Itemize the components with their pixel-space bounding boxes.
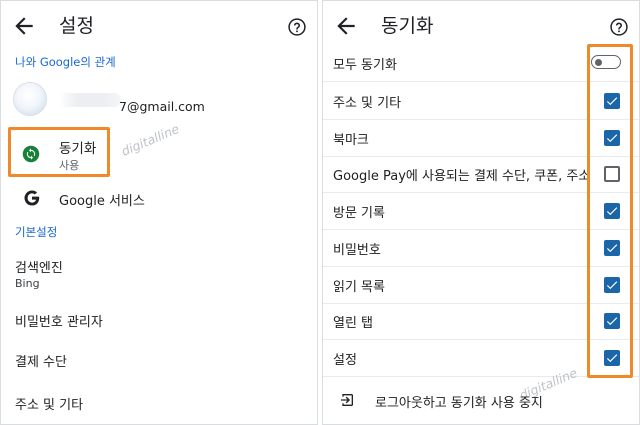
checkmark-icon bbox=[606, 133, 618, 142]
sync-item-checkbox[interactable] bbox=[604, 313, 620, 330]
sync-item-checkbox[interactable] bbox=[604, 166, 620, 183]
divider bbox=[323, 229, 639, 231]
divider bbox=[323, 119, 639, 120]
sync-item-checkbox[interactable] bbox=[604, 129, 620, 146]
sync-label: 동기화 bbox=[59, 141, 97, 157]
page-title: 동기화 bbox=[381, 15, 434, 37]
checkmark-icon bbox=[606, 207, 618, 216]
divider bbox=[323, 265, 639, 267]
checkmark-icon bbox=[606, 317, 618, 326]
password-manager-item[interactable]: 비밀번호 관리자 bbox=[15, 311, 103, 330]
checkmark-icon bbox=[606, 354, 618, 362]
sync-status: 사용 bbox=[59, 159, 80, 172]
sync-icon bbox=[22, 145, 40, 163]
search-engine-value: Bing bbox=[15, 277, 40, 290]
account-email: 7@gmail.com bbox=[119, 99, 205, 114]
sync-item-checkbox[interactable] bbox=[604, 276, 620, 293]
avatar bbox=[14, 83, 46, 115]
divider bbox=[323, 81, 639, 82]
checkmark-icon bbox=[606, 97, 618, 106]
divider bbox=[323, 339, 639, 341]
checkmark-icon bbox=[606, 280, 618, 289]
sync-item-label: Google Pay에 사용되는 결제 수단, 쿠폰, 주소 bbox=[333, 169, 591, 185]
sync-item-label: 방문 기록 bbox=[333, 206, 385, 222]
page-title: 설정 bbox=[59, 15, 94, 37]
sync-item-label: 설정 bbox=[333, 352, 357, 368]
back-arrow-icon[interactable] bbox=[11, 13, 37, 39]
toggle-thumb bbox=[595, 58, 602, 66]
back-arrow-icon[interactable] bbox=[333, 13, 359, 39]
sync-item-label: 북마크 bbox=[333, 132, 369, 148]
logout-label: 로그아웃하고 동기화 사용 중지 bbox=[375, 396, 543, 411]
google-g-icon bbox=[24, 190, 40, 206]
checkmark-icon bbox=[606, 244, 618, 252]
logout-icon bbox=[341, 394, 353, 406]
help-icon[interactable] bbox=[287, 17, 307, 37]
sync-item-label: 주소 및 기타 bbox=[333, 96, 402, 111]
section-header-account: 나와 Google의 관계 bbox=[15, 55, 116, 69]
sync-item-checkbox[interactable] bbox=[604, 93, 620, 109]
search-engine-label: 검색엔진 bbox=[15, 261, 63, 276]
sync-item-label: 읽기 목록 bbox=[333, 279, 385, 295]
app-bar: 설정 bbox=[1, 1, 317, 53]
help-icon[interactable] bbox=[609, 17, 629, 37]
sync-all-toggle[interactable] bbox=[591, 55, 621, 69]
divider bbox=[323, 375, 639, 377]
section-header-basic: 기본설정 bbox=[15, 225, 58, 239]
sync-item-checkbox[interactable] bbox=[604, 203, 620, 220]
sync-item-label: 열린 탭 bbox=[333, 316, 374, 332]
sync-panel: 동기화 모두 동기화 주소 및 기타북마크 Google Pay에 사용되는 결제… bbox=[322, 0, 640, 425]
watermark: digitalline bbox=[119, 121, 182, 159]
blurred-email-prefix bbox=[59, 93, 121, 107]
sync-all-label: 모두 동기화 bbox=[333, 58, 397, 73]
app-bar: 동기화 bbox=[323, 1, 639, 53]
divider bbox=[323, 302, 639, 304]
divider bbox=[323, 155, 639, 157]
google-services-label: Google 서비스 bbox=[59, 194, 145, 209]
addresses-item[interactable]: 주소 및 기타 bbox=[15, 394, 83, 413]
payment-methods-item[interactable]: 결제 수단 bbox=[15, 351, 67, 370]
settings-panel: 설정 나와 Google의 관계 7@gmail.com 동기화 사용 digi… bbox=[0, 0, 318, 425]
sync-item-label: 비밀번호 bbox=[333, 242, 381, 258]
divider bbox=[323, 192, 639, 194]
sync-item-checkbox[interactable] bbox=[604, 349, 620, 366]
sync-item-checkbox[interactable] bbox=[604, 239, 620, 256]
